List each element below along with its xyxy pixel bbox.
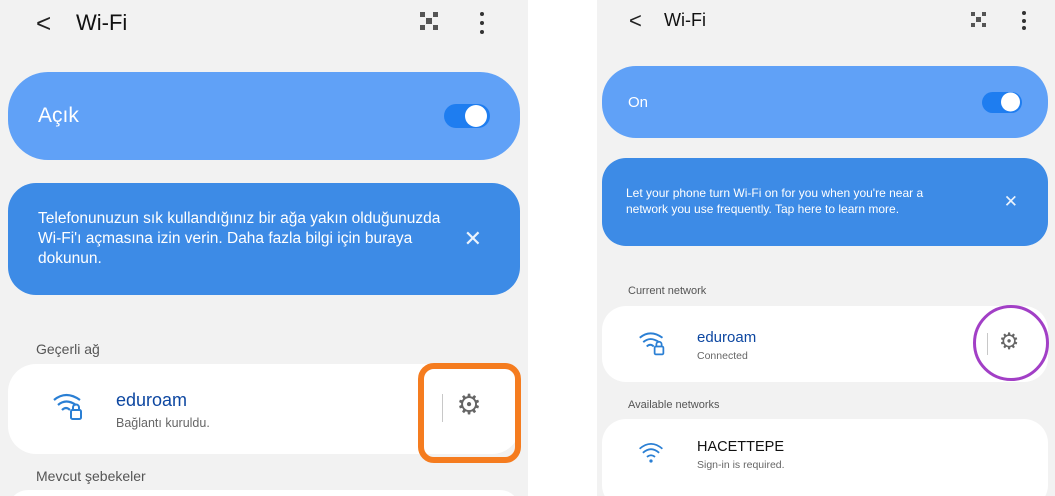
network-status: Bağlantı kuruldu.: [116, 416, 210, 430]
chevron-left-icon[interactable]: <: [629, 8, 642, 34]
banner-text: Let your phone turn Wi-Fi on for you whe…: [626, 186, 924, 216]
wifi-toggle-label: On: [628, 93, 649, 111]
network-status: Connected: [697, 350, 748, 362]
more-vertical-icon[interactable]: [1021, 11, 1026, 30]
highlight-settings-purple: [973, 305, 1049, 381]
wifi-suggestion-banner[interactable]: Telefonunuzun sık kullandığınız bir ağa …: [8, 183, 520, 295]
wifi-toggle-bar[interactable]: On: [602, 66, 1048, 138]
banner-text: Telefonunuzun sık kullandığınız bir ağa …: [38, 209, 441, 268]
available-network-card-partial[interactable]: [8, 490, 520, 496]
page-title: Wi-Fi: [664, 10, 706, 30]
page-title: Wi-Fi: [76, 10, 128, 35]
section-current-network: Current network: [628, 285, 707, 297]
phone-screen-turkish: < Wi-Fi Açık Telefonunuzun sık kullandığ…: [0, 0, 528, 496]
switch-knob: [1001, 92, 1020, 112]
section-available-networks: Available networks: [628, 399, 720, 411]
phone-screen-english: < Wi-Fi On Let your phone turn Wi-Fi on …: [597, 0, 1055, 496]
wifi-toggle-bar[interactable]: Açık: [8, 72, 520, 160]
network-name: eduroam: [697, 329, 757, 346]
network-status: Sign-in is required.: [697, 459, 785, 471]
wifi-switch[interactable]: [982, 91, 1022, 113]
wifi-lock-icon: [639, 332, 665, 356]
qr-code-icon[interactable]: [420, 12, 438, 30]
section-available-networks: Mevcut şebekeler: [36, 468, 146, 484]
wifi-suggestion-banner[interactable]: Let your phone turn Wi-Fi on for you whe…: [602, 158, 1048, 246]
wifi-lock-icon: [53, 393, 82, 420]
wifi-icon: [639, 442, 663, 463]
wifi-switch[interactable]: [444, 104, 490, 128]
network-name: HACETTEPE: [697, 439, 785, 455]
highlight-settings-orange: [418, 363, 521, 463]
wifi-toggle-label: Açık: [38, 104, 79, 127]
section-current-network: Geçerli ağ: [36, 341, 100, 357]
close-icon[interactable]: ✕: [1004, 192, 1018, 212]
available-network-card[interactable]: HACETTEPE Sign-in is required.: [602, 419, 1048, 496]
close-icon[interactable]: ✕: [464, 226, 482, 252]
chevron-left-icon[interactable]: <: [36, 10, 51, 36]
network-name: eduroam: [116, 390, 188, 410]
switch-knob: [465, 105, 487, 127]
qr-code-icon[interactable]: [971, 12, 986, 27]
more-vertical-icon[interactable]: [479, 12, 485, 34]
